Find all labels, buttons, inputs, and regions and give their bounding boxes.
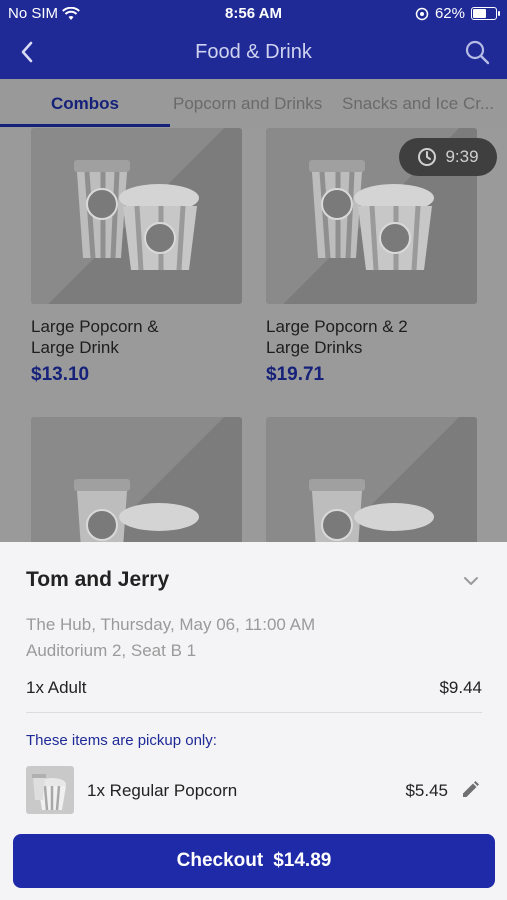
item-thumbnail	[26, 766, 74, 814]
product-card[interactable]: Large Popcorn & Large Drink $13.10	[31, 128, 242, 386]
page-title: Food & Drink	[195, 41, 312, 63]
timer-label: 9:39	[445, 147, 479, 166]
divider	[26, 712, 482, 713]
tab-popcorn-and-drinks[interactable]: Popcorn and Drinks	[173, 94, 322, 114]
orientation-lock-icon	[415, 7, 429, 20]
tab-combos[interactable]: Combos	[51, 94, 119, 114]
ticket-price: $9.44	[439, 678, 482, 697]
status-right: 62%	[415, 5, 500, 22]
popcorn-drink-icon	[74, 160, 199, 271]
pickup-notice: These items are pickup only:	[26, 732, 217, 749]
app-header: No SIM 8:56 AM 62% Food & Drink	[0, 0, 507, 79]
concession-item-row: 1x Regular Popcorn $5.45	[26, 766, 482, 816]
product-price: $13.10	[31, 364, 90, 385]
tab-snacks-and-ice-cream[interactable]: Snacks and Ice Cr...	[342, 94, 494, 114]
nav-bar: Food & Drink	[0, 30, 507, 76]
popcorn-drink-icon	[309, 479, 434, 542]
category-tabs: Combos Popcorn and Drinks Snacks and Ice…	[0, 79, 507, 128]
order-summary-sheet: Tom and Jerry The Hub, Thursday, May 06,…	[0, 542, 507, 900]
popcorn-drink-icon	[74, 479, 199, 542]
product-name: Large Popcorn & 2 Large Drinks	[266, 317, 408, 357]
checkout-label: Checkout	[176, 850, 264, 871]
battery-fill	[473, 9, 486, 18]
movie-title: Tom and Jerry	[26, 568, 170, 591]
popcorn-icon	[32, 774, 66, 811]
item-price: $5.45	[405, 781, 448, 800]
session-timer: 9:39	[399, 138, 497, 176]
product-grid: Large Popcorn & Large Drink $13.10 Large…	[0, 128, 507, 542]
product-card[interactable]	[266, 417, 477, 542]
product-name: Large Popcorn & Large Drink	[31, 317, 159, 357]
ticket-label: 1x Adult	[26, 678, 87, 697]
seat-line: Auditorium 2, Seat B 1	[26, 641, 197, 660]
product-image	[266, 417, 477, 542]
checkout-total: $14.89	[273, 850, 332, 871]
ticket-row: 1x Adult $9.44	[26, 678, 482, 698]
product-image	[31, 128, 242, 304]
chevron-down-icon[interactable]	[462, 572, 480, 590]
product-price: $19.71	[266, 364, 325, 385]
battery-percent: 62%	[434, 5, 465, 22]
showtime-details: The Hub, Thursday, May 06, 11:00 AM Audi…	[26, 612, 315, 664]
product-card[interactable]	[31, 417, 242, 542]
search-icon[interactable]	[463, 38, 491, 66]
venue-line: The Hub, Thursday, May 06, 11:00 AM	[26, 615, 316, 634]
battery-icon	[471, 7, 500, 20]
status-bar: No SIM 8:56 AM 62%	[0, 0, 507, 28]
checkout-button[interactable]: Checkout $14.89	[13, 834, 495, 888]
clock-icon	[418, 148, 437, 166]
tab-active-indicator	[0, 124, 170, 127]
pencil-icon[interactable]	[460, 780, 480, 800]
item-name: 1x Regular Popcorn	[87, 781, 238, 800]
product-image	[31, 417, 242, 542]
